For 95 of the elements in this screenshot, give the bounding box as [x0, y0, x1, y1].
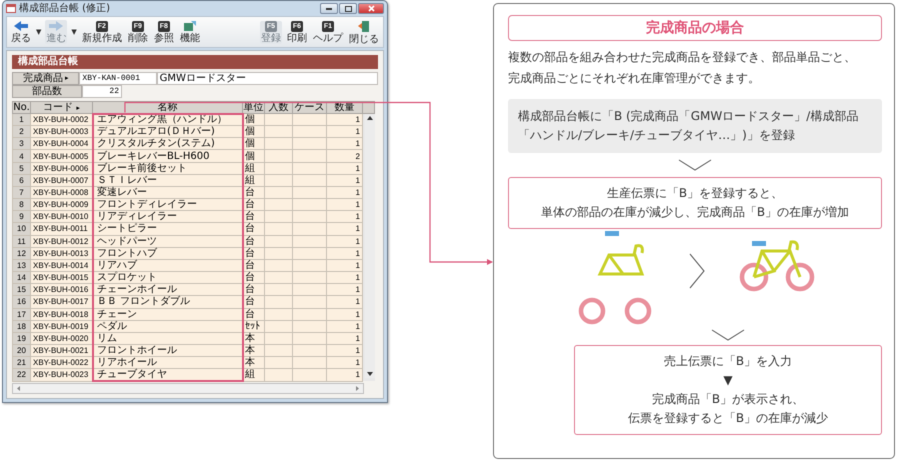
table-cell: XBY-BUH-0009 — [30, 198, 92, 211]
row-number: 5 — [12, 162, 30, 174]
table-cell: XBY-BUH-0011 — [30, 222, 92, 236]
row-number: 11 — [12, 235, 30, 248]
table-cell: XBY-BUH-0008 — [30, 186, 92, 199]
row-number: 21 — [12, 356, 30, 369]
table-cell: XBY-BUH-0016 — [30, 284, 92, 296]
table-cell: XBY-BUH-0014 — [30, 259, 92, 272]
table-cell: フロントハブ — [92, 247, 242, 260]
row-number: 22 — [12, 368, 30, 381]
chevron-down-icon — [678, 159, 712, 171]
column-header: No. — [12, 102, 30, 114]
table-cell: チェーンホイール — [92, 284, 242, 296]
table-cell: XBY-BUH-0003 — [30, 126, 92, 138]
description-text: 複数の部品を組み合わせた完成商品を登録でき、部品単品ごと、 完成商品ごとにそれぞれ在庫管理ができます。 — [508, 49, 857, 87]
table-cell: XBY-BUH-0007 — [30, 174, 92, 186]
table-cell: XBY-BUH-0012 — [30, 235, 92, 248]
row-number: 16 — [12, 296, 30, 308]
table-cell: ＢＢ フロントダブル — [92, 296, 242, 308]
chevron-down-icon — [711, 329, 745, 341]
row-number: 17 — [12, 308, 30, 320]
tools-icon — [182, 20, 197, 32]
row-number: 15 — [12, 284, 30, 296]
table-cell: ブレーキレバーBL-H600 — [92, 150, 242, 162]
table-cell: XBY-BUH-0002 — [30, 114, 92, 126]
step-box: 生産伝票に「B」を登録すると、 単体の部品の在庫が減少し、完成商品「B」の在庫が増加 — [508, 177, 882, 229]
table-cell: XBY-BUH-0015 — [30, 272, 92, 284]
form-title: 構成部品台帳 — [12, 55, 378, 69]
row-number: 19 — [12, 332, 30, 344]
close-button[interactable] — [358, 3, 384, 14]
table-cell: ヘッドパーツ — [92, 235, 242, 248]
table-cell: XBY-BUH-0010 — [30, 210, 92, 223]
table-cell: XBY-BUH-0005 — [30, 150, 92, 162]
vertical-scrollbar[interactable] — [365, 114, 375, 378]
maximize-button[interactable] — [339, 3, 357, 14]
table-cell: ＳＴＩレバー — [92, 174, 242, 186]
table-cell: XBY-BUH-0023 — [30, 368, 92, 381]
table-cell: リム — [92, 332, 242, 344]
row-number: 12 — [12, 247, 30, 260]
table-cell: 変速レバー — [92, 186, 242, 199]
row-number: 9 — [12, 210, 30, 223]
table-cell: デュアルエアロ(ＤＨバー) — [92, 126, 242, 138]
table-cell: リアディレイラー — [92, 210, 242, 223]
row-number: 14 — [12, 272, 30, 284]
forward-arrow-icon — [48, 20, 64, 32]
back-arrow-icon — [13, 20, 29, 32]
minimize-icon — [326, 8, 332, 10]
row-number: 10 — [12, 222, 30, 236]
row-number: 20 — [12, 344, 30, 357]
row-number: 18 — [12, 320, 30, 332]
field-value[interactable]: XBY-KAN-0001 — [79, 72, 157, 85]
table-cell: XBY-BUH-0006 — [30, 162, 92, 174]
toolbar-button[interactable]: 機能 — [178, 20, 201, 44]
row-number: 7 — [12, 186, 30, 199]
table-cell: シートピラー — [92, 222, 242, 236]
toolbar-button[interactable]: 閉じる — [348, 20, 380, 44]
table-cell: フロントホイール — [92, 344, 242, 357]
field-value[interactable]: 22 — [82, 85, 122, 98]
table-cell: ブレーキ前後セット — [92, 162, 242, 174]
exit-door-icon — [358, 20, 370, 32]
maximize-icon — [344, 6, 352, 12]
table-cell: リアホイール — [92, 356, 242, 369]
field-label: 部品数 — [12, 85, 82, 98]
row-number: 8 — [12, 198, 30, 211]
table-cell: XBY-BUH-0019 — [30, 320, 92, 332]
close-icon — [368, 5, 374, 12]
panel-title: 完成商品の場合 — [508, 15, 882, 41]
row-number: 6 — [12, 174, 30, 186]
chevron-right-icon — [688, 253, 706, 289]
row-number: 3 — [12, 138, 30, 150]
table-cell: ペダル — [92, 320, 242, 332]
row-number: 13 — [12, 259, 30, 272]
column-header: 名称 — [92, 102, 242, 114]
row-number: 4 — [12, 150, 30, 162]
table-cell: XBY-BUH-0020 — [30, 332, 92, 344]
row-number: 2 — [12, 126, 30, 138]
table-cell: XBY-BUH-0017 — [30, 296, 92, 308]
field-value[interactable]: GMWロードスター — [156, 72, 378, 85]
toolbar-button[interactable]: 戻る — [10, 20, 32, 44]
table-cell: XBY-BUH-0022 — [30, 356, 92, 369]
table-cell: チェーン — [92, 308, 242, 320]
ledger-icon — [6, 4, 16, 13]
table-cell: XBY-BUH-0018 — [30, 308, 92, 320]
window-title: 構成部品台帳 (修正) — [19, 2, 111, 14]
table-cell: リアハブ — [92, 259, 242, 272]
table-cell: XBY-BUH-0013 — [30, 247, 92, 260]
table-cell: フロントディレイラー — [92, 198, 242, 211]
table-cell: スプロケット — [92, 272, 242, 284]
row-number: 1 — [12, 114, 30, 126]
step-note: 構成部品台帳に「B (完成商品「GMWロードスター」/構成部品 「ハンドル/ブレーキ/チューブタイヤ…」)」を登録 — [508, 99, 882, 153]
table-cell: XBY-BUH-0004 — [30, 138, 92, 150]
step-box: 売上伝票に「B」を入力 ▼ 完成商品「B」が表示され、 伝票を登録すると「B」の在庫が減少 — [574, 345, 882, 435]
table-cell: XBY-BUH-0021 — [30, 344, 92, 357]
table-cell: クリスタルチタン(ステム) — [92, 138, 242, 150]
minimize-button[interactable] — [320, 3, 338, 14]
